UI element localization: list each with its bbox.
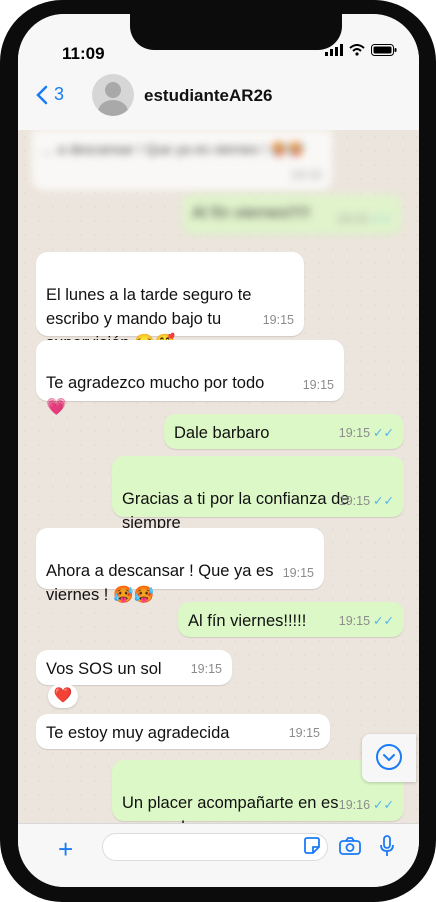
message-meta: 19:15 ✓✓ xyxy=(339,421,394,445)
chat-area[interactable]: ... a descansar ! Que ya es viernes ! 🥵🥵… xyxy=(18,130,419,823)
battery-icon xyxy=(371,44,397,56)
message-bubble-outgoing[interactable]: Al fín viernes!!!!! 19:15 ✓✓ xyxy=(182,194,402,235)
message-text: Te agradezco mucho por todo 💗 xyxy=(46,374,265,416)
double-check-icon: ✓✓ xyxy=(373,614,394,628)
message-meta: 19:15 ✓✓ xyxy=(339,489,394,513)
phone-frame: 11:09 3 estudianteAR26 ... a descansar !… xyxy=(0,0,436,902)
sticker-icon[interactable] xyxy=(303,837,321,855)
message-text: Un placer acompañarte en es proceso! xyxy=(122,794,339,823)
chat-header: 3 estudianteAR26 xyxy=(18,66,419,131)
message-time: 19:16 xyxy=(338,798,371,812)
scroll-to-bottom-button[interactable] xyxy=(362,734,416,782)
message-text: Gracias a ti por la confianza de siempre xyxy=(122,490,350,532)
message-bubble-outgoing[interactable]: Gracias a ti por la confianza de siempre… xyxy=(112,456,404,532)
reaction-badge[interactable]: ❤️ xyxy=(48,684,78,708)
message-bubble-incoming[interactable]: Vos SOS un sol 19:15 xyxy=(36,650,232,685)
notch xyxy=(130,14,342,50)
message-time: 19:15 ✓✓ xyxy=(337,207,392,231)
message-time: 19:15 xyxy=(338,426,371,440)
message-input[interactable] xyxy=(102,833,328,861)
composer-icons xyxy=(303,835,395,857)
double-check-icon: ✓✓ xyxy=(373,426,394,440)
message-text: Vos SOS un sol xyxy=(46,660,162,678)
message-text: Te estoy muy agradecida xyxy=(46,724,230,742)
message-bubble-incoming[interactable]: Te estoy muy agradecida 19:15 xyxy=(36,714,330,749)
camera-icon[interactable] xyxy=(339,837,361,855)
double-check-icon: ✓✓ xyxy=(371,212,392,226)
message-time: 19:15 xyxy=(282,566,314,580)
message-meta: 19:16 ✓✓ xyxy=(339,793,394,817)
message-bubble-outgoing[interactable]: Dale barbaro 19:15 ✓✓ xyxy=(164,414,404,449)
message-time: 19:15 xyxy=(190,662,222,676)
message-time: 19:15 xyxy=(288,726,320,740)
avatar[interactable] xyxy=(92,74,134,116)
message-time: 19:15 xyxy=(302,378,334,392)
double-check-icon: ✓✓ xyxy=(373,798,394,812)
message-bubble-outgoing[interactable]: Al fín viernes!!!!! 19:15 ✓✓ xyxy=(178,602,404,637)
message-text: Al fín viernes!!!!! xyxy=(188,612,307,630)
message-text: Ahora a descansar ! Que ya es viernes ! … xyxy=(46,562,274,604)
message-time: 19:15 xyxy=(338,494,371,508)
back-chevron-icon xyxy=(36,85,48,104)
message-bubble-incoming[interactable]: Te agradezco mucho por todo 💗 19:15 xyxy=(36,340,344,416)
wifi-icon xyxy=(349,44,365,56)
screen: 11:09 3 estudianteAR26 ... a descansar !… xyxy=(18,14,419,887)
plus-icon[interactable]: + xyxy=(58,834,73,865)
contact-name[interactable]: estudianteAR26 xyxy=(144,86,272,106)
message-time: 19:15 xyxy=(338,614,371,628)
chevron-down-icon xyxy=(376,744,402,770)
composer-bar: + xyxy=(18,823,419,887)
status-time: 11:09 xyxy=(62,44,105,63)
message-time: 19:15 xyxy=(290,168,322,182)
message-bubble-incoming[interactable]: Ahora a descansar ! Que ya es viernes ! … xyxy=(36,528,324,604)
microphone-icon[interactable] xyxy=(379,835,395,857)
message-text: Dale barbaro xyxy=(174,424,270,442)
back-count: 3 xyxy=(54,84,65,104)
double-check-icon: ✓✓ xyxy=(373,494,394,508)
status-icons xyxy=(325,44,397,56)
message-meta: 19:15 ✓✓ xyxy=(339,609,394,633)
back-button[interactable]: 3 xyxy=(36,84,64,105)
message-bubble-outgoing[interactable]: Un placer acompañarte en es proceso! 19:… xyxy=(112,760,404,823)
message-time: 19:15 xyxy=(262,313,294,327)
message-bubble-incoming[interactable]: El lunes a la tarde seguro te escribo y … xyxy=(36,252,304,352)
message-bubble-incoming[interactable]: ... a descansar ! Que ya es viernes ! 🥵🥵… xyxy=(32,130,332,191)
